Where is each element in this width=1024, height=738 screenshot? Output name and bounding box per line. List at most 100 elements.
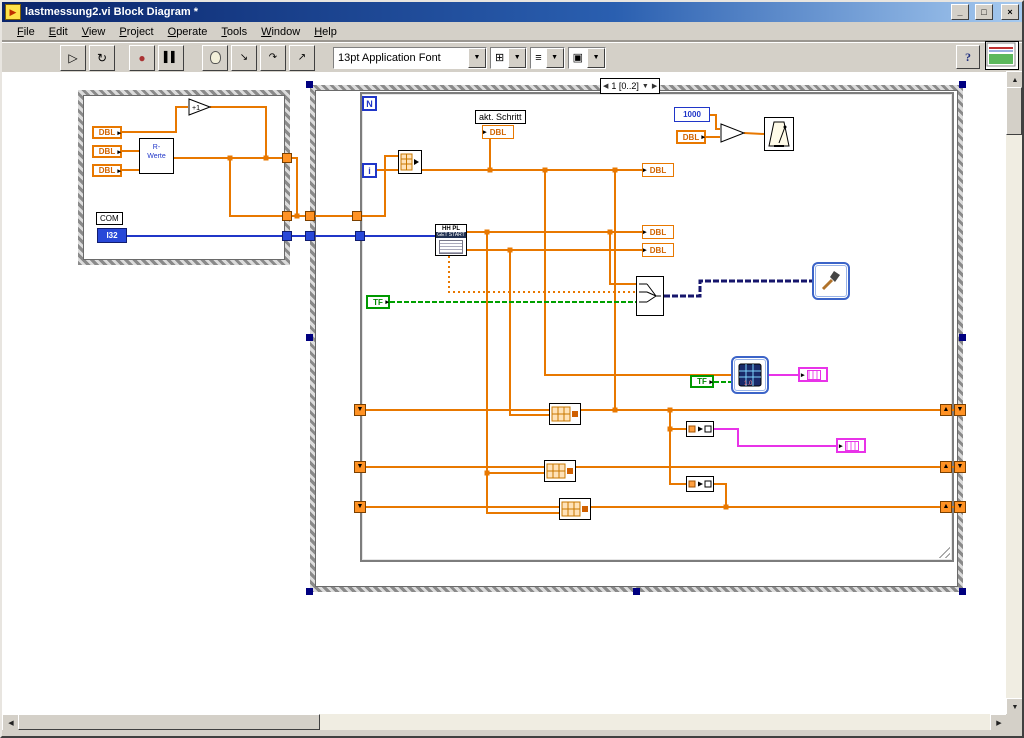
selection-handle[interactable] [306,81,313,88]
conversion-node[interactable] [686,421,714,437]
boolean-constant-tf[interactable]: TF [690,375,714,388]
maximize-button[interactable]: □ [975,4,993,20]
sequence-prev-icon[interactable]: ◀ [603,82,608,90]
dbl-control-terminal[interactable]: DBL [676,130,706,144]
align-objects-tool[interactable]: ⊞ ▼ [490,46,528,69]
dbl-control-terminal[interactable]: DBL [92,126,122,139]
selection-handle[interactable] [633,588,640,595]
chevron-down-icon[interactable]: ▼ [587,47,606,68]
horizontal-scrollbar[interactable]: ◀ ▶ [2,714,1008,732]
multiply-node[interactable] [720,123,746,143]
chevron-down-icon[interactable]: ▼ [468,47,486,68]
i32-control-terminal[interactable]: I32 [97,228,127,243]
dbl-indicator-terminal[interactable]: DBL [642,225,674,239]
title-bar[interactable]: ▶ lastmessung2.vi Block Diagram * _ □ × [2,2,1022,22]
replace-array-subset-node[interactable] [559,498,591,520]
merge-signals-node[interactable] [636,276,664,316]
tunnel[interactable] [282,231,292,241]
subvi-hh-pl-get-start[interactable]: HH PL GET START [435,224,467,256]
highlight-execution-button[interactable] [202,44,228,71]
font-selector[interactable]: 13pt Application Font ▼ [333,46,487,69]
shift-register-right[interactable]: ▲ [940,461,952,473]
horizontal-scroll-thumb[interactable] [18,714,320,730]
tunnel[interactable] [305,211,315,221]
pause-button[interactable]: ▌▌ [158,44,184,71]
distribute-objects-tool[interactable]: ≡ ▼ [530,46,565,69]
vi-icon-pane[interactable] [985,41,1019,70]
selection-handle[interactable] [959,81,966,88]
sequence-tunnel[interactable]: ▼ [954,461,966,473]
menu-view[interactable]: View [75,24,113,40]
index-array-node[interactable] [398,150,422,174]
sequence-tunnel[interactable]: ▼ [954,501,966,513]
shift-register-left[interactable]: ▼ [354,501,366,513]
wait-until-next-ms-node[interactable] [764,117,794,151]
increment-node[interactable]: +1 [188,98,212,116]
sequence-tunnel[interactable]: ▼ [954,404,966,416]
indicator-arrow-icon: ▸ [839,442,843,450]
reorder-objects-tool[interactable]: ▣ ▼ [567,46,607,69]
com-label[interactable]: COM [96,212,123,225]
toolbar: ▷ ↻ ● ▌▌ ↘ ↷ ↗ 13pt Application Font ▼ ⊞… [2,42,1022,72]
context-help-button[interactable]: ? [956,45,980,69]
akt-schritt-label[interactable]: akt. Schritt [475,110,526,124]
close-button[interactable]: × [1001,4,1019,20]
shift-register-right[interactable]: ▲ [940,404,952,416]
dbl-control-terminal[interactable]: DBL [92,164,122,177]
selection-handle[interactable] [959,334,966,341]
loop-count-terminal[interactable]: N [362,96,377,111]
tunnel[interactable] [282,153,292,163]
shift-register-left[interactable]: ▼ [354,461,366,473]
menu-edit[interactable]: Edit [42,24,75,40]
sequence-selector[interactable]: ◀ 1 [0..2] ▼ ▶ [600,78,661,94]
vertical-scroll-thumb[interactable] [1006,87,1022,135]
dbl-indicator-terminal[interactable]: DBL [482,125,514,139]
menu-help[interactable]: Help [307,24,344,40]
sequence-menu-icon[interactable]: ▼ [642,83,649,90]
sequence-next-icon[interactable]: ▶ [652,82,657,90]
tunnel-icon: ▼ [956,463,964,470]
numeric-constant-1000[interactable]: 1000 [674,107,710,122]
tunnel[interactable] [305,231,315,241]
iteration-terminal[interactable]: i [362,163,377,178]
string-indicator-terminal[interactable]: ▸ [798,367,828,382]
run-continuously-button[interactable]: ↻ [89,44,115,71]
chevron-down-icon[interactable]: ▼ [508,47,527,68]
shift-register-right[interactable]: ▲ [940,501,952,513]
subvi-r-werte[interactable]: R- Werte [139,138,174,174]
dbl-label: DBL [98,147,116,156]
boolean-constant-tf[interactable]: TF [366,295,390,309]
selection-handle[interactable] [306,588,313,595]
run-button[interactable]: ▷ [60,44,86,71]
shift-register-left[interactable]: ▼ [354,404,366,416]
menu-operate[interactable]: Operate [161,24,215,40]
selection-handle[interactable] [959,588,966,595]
replace-array-subset-node[interactable] [544,460,576,482]
menu-window[interactable]: Window [254,24,307,40]
dbl-indicator-terminal[interactable]: DBL [642,243,674,257]
vertical-scrollbar[interactable]: ▲ ▼ [1006,71,1024,716]
const-1000-text: 1000 [683,110,701,119]
dbl-indicator-terminal[interactable]: DBL [642,163,674,177]
step-out-button[interactable]: ↗ [289,44,315,71]
express-vi-chart[interactable]: 1.0 [731,356,769,394]
express-vi-clear-chart[interactable] [812,262,850,300]
conversion-node[interactable] [686,476,714,492]
tunnel[interactable] [282,211,292,221]
dbl-control-terminal[interactable]: DBL [92,145,122,158]
selection-handle[interactable] [306,334,313,341]
chevron-down-icon[interactable]: ▼ [545,47,564,68]
step-into-button[interactable]: ↘ [231,44,257,71]
abort-button[interactable]: ● [129,44,155,71]
step-over-button[interactable]: ↷ [260,44,286,71]
tunnel[interactable] [355,231,365,241]
minimize-button[interactable]: _ [951,4,969,20]
string-indicator-terminal[interactable]: ▸ [836,438,866,453]
menu-project[interactable]: Project [112,24,160,40]
align-icon: ⊞ [495,52,505,64]
vi-icon-image [986,42,1016,67]
replace-array-subset-node[interactable] [549,403,581,425]
menu-tools[interactable]: Tools [214,24,254,40]
menu-file[interactable]: File [10,24,42,40]
tunnel[interactable] [352,211,362,221]
